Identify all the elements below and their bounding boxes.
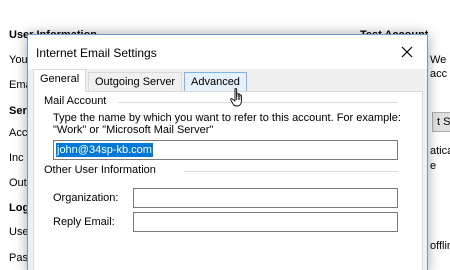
internet-email-settings-dialog: Internet Email Settings General Outgoing… bbox=[27, 34, 428, 270]
bg-fragment: offlin bbox=[430, 240, 450, 252]
bg-fragment: We bbox=[430, 54, 447, 66]
reply-email-input[interactable] bbox=[133, 212, 398, 232]
dialog-client-area: General Outgoing Server Advanced Mail Ac… bbox=[28, 69, 427, 270]
close-icon bbox=[401, 46, 413, 58]
bg-fragment: e bbox=[430, 160, 437, 172]
bg-fragment: You bbox=[9, 54, 28, 66]
organization-label: Organization: bbox=[53, 192, 119, 204]
bg-fragment: Out bbox=[9, 177, 27, 189]
mail-account-description: Type the name by which you want to refer… bbox=[53, 112, 401, 136]
hand-pointer-icon bbox=[230, 88, 242, 107]
organization-input[interactable] bbox=[133, 188, 398, 208]
mail-account-section-label: Mail Account bbox=[44, 95, 111, 107]
other-user-info-divider bbox=[184, 171, 398, 172]
bg-fragment: acc bbox=[430, 68, 448, 80]
bg-fragment: Use bbox=[9, 226, 29, 238]
mail-account-divider bbox=[118, 102, 398, 103]
other-user-info-section-label: Other User Information bbox=[44, 164, 160, 176]
account-name-value: john@34sp-kb.com bbox=[56, 143, 153, 157]
reply-email-value bbox=[136, 215, 138, 229]
screen: User Information Test Account Setti You … bbox=[0, 0, 450, 270]
bg-fragment: atica bbox=[430, 145, 450, 157]
title-bar: Internet Email Settings bbox=[28, 35, 427, 69]
bg-test-settings-button-fragment: t Se bbox=[432, 112, 450, 132]
tab-outgoing-server[interactable]: Outgoing Server bbox=[88, 72, 183, 92]
bg-fragment: Inc bbox=[9, 152, 24, 164]
close-button[interactable] bbox=[387, 35, 427, 69]
account-name-input[interactable]: john@34sp-kb.com bbox=[53, 140, 398, 160]
general-tab-panel: Mail Account Type the name by which you … bbox=[33, 91, 423, 270]
tab-general[interactable]: General bbox=[33, 69, 87, 92]
bg-fragment: Acc bbox=[9, 127, 28, 139]
bg-fragment: Pas bbox=[9, 252, 28, 264]
dialog-title: Internet Email Settings bbox=[36, 46, 157, 60]
organization-value bbox=[136, 191, 138, 205]
bg-fragment: Ser bbox=[9, 105, 27, 117]
bg-right-strip bbox=[428, 0, 450, 270]
reply-email-label: Reply Email: bbox=[53, 216, 115, 228]
